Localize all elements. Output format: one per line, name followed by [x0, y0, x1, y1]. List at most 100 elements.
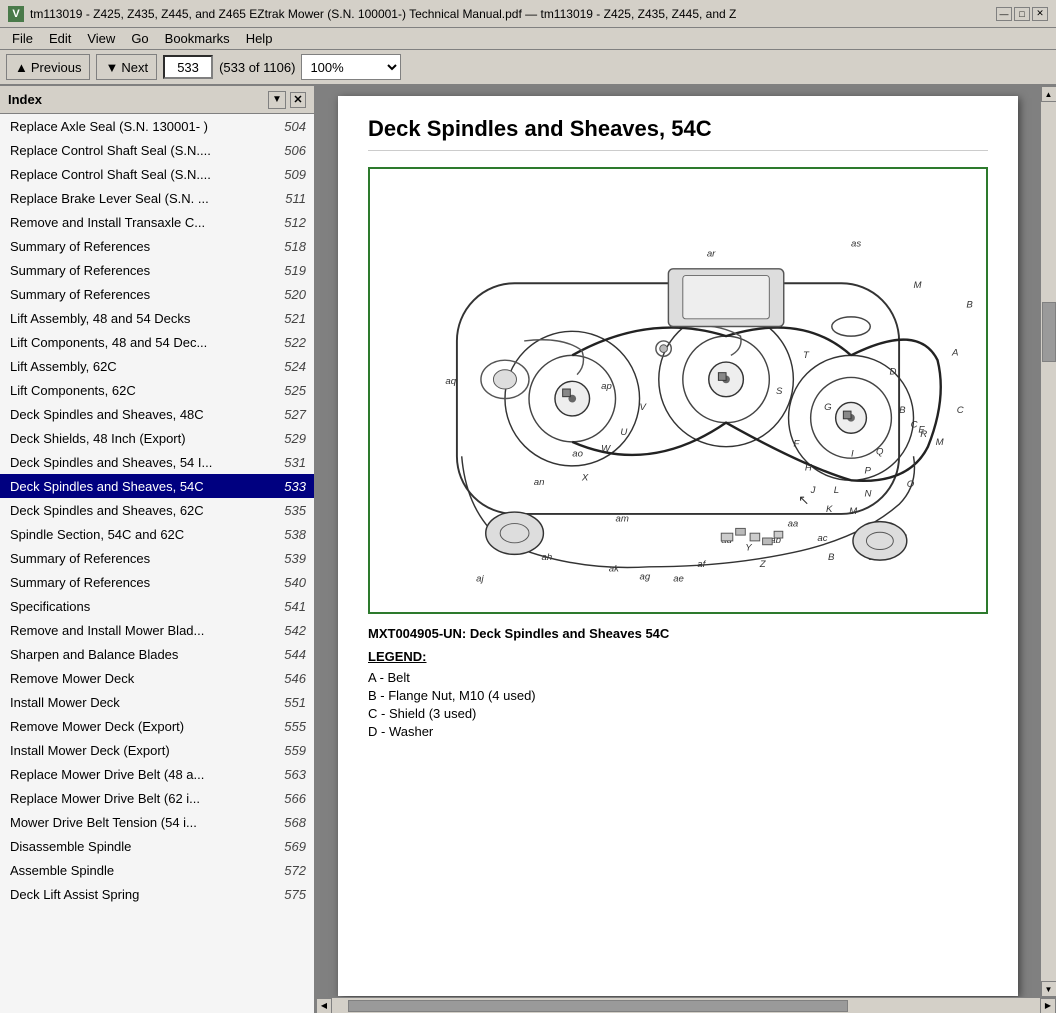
menu-file[interactable]: File [4, 29, 41, 48]
sidebar-item-26[interactable]: Install Mower Deck (Export)559 [0, 738, 314, 762]
svg-text:aj: aj [476, 573, 484, 584]
sidebar-item-19[interactable]: Summary of References540 [0, 570, 314, 594]
sidebar-dropdown-button[interactable]: ▼ [268, 91, 286, 109]
menu-go[interactable]: Go [123, 29, 156, 48]
scroll-up-button[interactable]: ▲ [1041, 86, 1056, 102]
previous-button[interactable]: ▲ Previous [6, 54, 90, 80]
svg-text:J: J [810, 485, 816, 496]
scrollbar-thumb[interactable] [1042, 302, 1056, 362]
sidebar-item-7[interactable]: Summary of References520 [0, 282, 314, 306]
scroll-right-button[interactable]: ▶ [1040, 998, 1056, 1013]
sidebar-item-label-31: Assemble Spindle [10, 863, 278, 878]
sidebar-item-page-1: 506 [278, 143, 306, 158]
svg-text:C: C [911, 419, 918, 430]
close-button[interactable]: ✕ [1032, 7, 1048, 21]
sidebar-item-label-29: Mower Drive Belt Tension (54 i... [10, 815, 278, 830]
sidebar-item-2[interactable]: Replace Control Shaft Seal (S.N....509 [0, 162, 314, 186]
svg-text:B: B [899, 405, 906, 416]
svg-text:aa: aa [788, 518, 799, 529]
sidebar-item-page-15: 533 [278, 479, 306, 494]
sidebar-title: Index [8, 92, 42, 107]
sidebar-item-page-28: 566 [278, 791, 306, 806]
sidebar-item-11[interactable]: Lift Components, 62C525 [0, 378, 314, 402]
sidebar-item-28[interactable]: Replace Mower Drive Belt (62 i...566 [0, 786, 314, 810]
bottom-scroll-thumb[interactable] [348, 1000, 848, 1012]
sidebar-item-30[interactable]: Disassemble Spindle569 [0, 834, 314, 858]
sidebar-item-3[interactable]: Replace Brake Lever Seal (S.N. ...511 [0, 186, 314, 210]
sidebar-item-1[interactable]: Replace Control Shaft Seal (S.N....506 [0, 138, 314, 162]
menu-bookmarks[interactable]: Bookmarks [157, 29, 238, 48]
sidebar-item-31[interactable]: Assemble Spindle572 [0, 858, 314, 882]
scrollbar-track[interactable] [1041, 102, 1056, 981]
scrollable-content[interactable]: Deck Spindles and Sheaves, 54C [316, 86, 1040, 997]
maximize-button[interactable]: □ [1014, 7, 1030, 21]
minimize-button[interactable]: — [996, 7, 1012, 21]
menu-view[interactable]: View [79, 29, 123, 48]
svg-text:M: M [849, 506, 857, 517]
scroll-down-button[interactable]: ▼ [1041, 981, 1056, 997]
bottom-scroll-track[interactable] [348, 1000, 1024, 1012]
svg-text:aq: aq [445, 376, 456, 387]
sidebar-item-page-30: 569 [278, 839, 306, 854]
sidebar-item-15[interactable]: Deck Spindles and Sheaves, 54C533 [0, 474, 314, 498]
sidebar-item-9[interactable]: Lift Components, 48 and 54 Dec...522 [0, 330, 314, 354]
sidebar-item-label-16: Deck Spindles and Sheaves, 62C [10, 503, 278, 518]
svg-text:L: L [834, 485, 839, 496]
sidebar-item-23[interactable]: Remove Mower Deck546 [0, 666, 314, 690]
menu-edit[interactable]: Edit [41, 29, 79, 48]
svg-text:N: N [864, 489, 871, 500]
right-scrollbar: ▲ ▼ [1040, 86, 1056, 997]
sidebar-item-20[interactable]: Specifications541 [0, 594, 314, 618]
next-button[interactable]: ▼ Next [96, 54, 157, 80]
page-title: Deck Spindles and Sheaves, 54C [368, 116, 988, 151]
zoom-select[interactable]: 100% 75% 50% 125% 150% [301, 54, 401, 80]
svg-text:Z: Z [759, 559, 767, 570]
sidebar-item-22[interactable]: Sharpen and Balance Blades544 [0, 642, 314, 666]
sidebar-list: Replace Axle Seal (S.N. 130001- )504Repl… [0, 114, 314, 1013]
sidebar-item-label-2: Replace Control Shaft Seal (S.N.... [10, 167, 278, 182]
sidebar-item-label-32: Deck Lift Assist Spring [10, 887, 278, 902]
sidebar-item-label-5: Summary of References [10, 239, 278, 254]
sidebar-item-12[interactable]: Deck Spindles and Sheaves, 48C527 [0, 402, 314, 426]
sidebar-item-17[interactable]: Spindle Section, 54C and 62C538 [0, 522, 314, 546]
svg-text:Q: Q [876, 446, 884, 457]
content-with-scrollbar: Deck Spindles and Sheaves, 54C [316, 86, 1056, 997]
sidebar-item-label-12: Deck Spindles and Sheaves, 48C [10, 407, 278, 422]
menu-help[interactable]: Help [238, 29, 281, 48]
sidebar-item-page-17: 538 [278, 527, 306, 542]
sidebar-item-page-8: 521 [278, 311, 306, 326]
sidebar-item-0[interactable]: Replace Axle Seal (S.N. 130001- )504 [0, 114, 314, 138]
sidebar-item-label-28: Replace Mower Drive Belt (62 i... [10, 791, 278, 806]
page-number-input[interactable] [163, 55, 213, 79]
sidebar-item-5[interactable]: Summary of References518 [0, 234, 314, 258]
down-arrow-icon: ▼ [105, 60, 118, 75]
diagram-container: ar as M B A C [368, 167, 988, 614]
sidebar-item-label-9: Lift Components, 48 and 54 Dec... [10, 335, 278, 350]
page-count-label: (533 of 1106) [219, 60, 295, 75]
sidebar-item-8[interactable]: Lift Assembly, 48 and 54 Decks521 [0, 306, 314, 330]
sidebar-item-page-20: 541 [278, 599, 306, 614]
sidebar-item-page-11: 525 [278, 383, 306, 398]
sidebar-close-button[interactable]: ✕ [290, 92, 306, 108]
page-content: Deck Spindles and Sheaves, 54C [338, 96, 1018, 996]
sidebar-item-4[interactable]: Remove and Install Transaxle C...512 [0, 210, 314, 234]
sidebar-item-16[interactable]: Deck Spindles and Sheaves, 62C535 [0, 498, 314, 522]
scroll-left-button[interactable]: ◀ [316, 998, 332, 1013]
svg-text:M: M [936, 437, 944, 448]
sidebar-item-6[interactable]: Summary of References519 [0, 258, 314, 282]
sidebar-header: Index ▼ ✕ [0, 86, 314, 114]
sidebar-item-10[interactable]: Lift Assembly, 62C524 [0, 354, 314, 378]
sidebar-item-page-16: 535 [278, 503, 306, 518]
sidebar-item-21[interactable]: Remove and Install Mower Blad...542 [0, 618, 314, 642]
up-arrow-icon: ▲ [15, 60, 28, 75]
sidebar-item-29[interactable]: Mower Drive Belt Tension (54 i...568 [0, 810, 314, 834]
sidebar-item-32[interactable]: Deck Lift Assist Spring575 [0, 882, 314, 906]
sidebar-item-13[interactable]: Deck Shields, 48 Inch (Export)529 [0, 426, 314, 450]
sidebar-item-25[interactable]: Remove Mower Deck (Export)555 [0, 714, 314, 738]
sidebar-item-14[interactable]: Deck Spindles and Sheaves, 54 I...531 [0, 450, 314, 474]
sidebar-item-24[interactable]: Install Mower Deck551 [0, 690, 314, 714]
sidebar-item-18[interactable]: Summary of References539 [0, 546, 314, 570]
sidebar-item-27[interactable]: Replace Mower Drive Belt (48 a...563 [0, 762, 314, 786]
app-icon: V [8, 6, 24, 22]
toolbar: ▲ Previous ▼ Next (533 of 1106) 100% 75%… [0, 50, 1056, 86]
